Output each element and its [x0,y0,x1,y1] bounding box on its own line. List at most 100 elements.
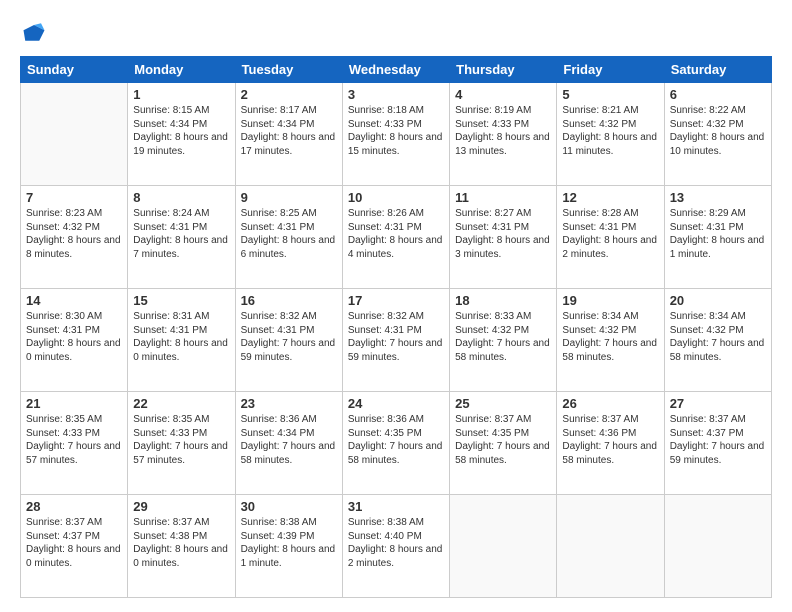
calendar-cell: 2 Sunrise: 8:17 AM Sunset: 4:34 PM Daylig… [235,83,342,186]
day-number: 18 [455,293,551,308]
cell-info: Sunrise: 8:38 AM Sunset: 4:39 PM Dayligh… [241,516,337,570]
day-header-sunday: Sunday [21,57,128,83]
calendar-cell: 8Sunrise: 8:24 AM Sunset: 4:31 PM Daylig… [128,186,235,289]
day-number: 13 [670,190,766,205]
calendar-cell: 4Sunrise: 8:19 AM Sunset: 4:33 PM Daylig… [450,83,557,186]
day-header-tuesday: Tuesday [235,57,342,83]
calendar-cell: 18 Sunrise: 8:33 AM Sunset: 4:32 PM Dayli… [450,289,557,392]
calendar-cell: 30 Sunrise: 8:38 AM Sunset: 4:39 PM Dayli… [235,495,342,598]
day-number: 8 [133,190,229,205]
cell-info: Sunrise: 8:25 AM Sunset: 4:31 PM Dayligh… [241,207,337,261]
calendar-cell: 31 Sunrise: 8:38 AM Sunset: 4:40 PM Dayli… [342,495,449,598]
cell-info: Sunrise: 8:34 AM Sunset: 4:32 PM Dayligh… [670,310,766,364]
cell-info: Sunrise: 8:36 AM Sunset: 4:35 PM Dayligh… [348,413,444,467]
calendar-cell: 12 Sunrise: 8:28 AM Sunset: 4:31 PM Dayli… [557,186,664,289]
cell-info: Sunrise: 8:28 AM Sunset: 4:31 PM Dayligh… [562,207,658,261]
calendar-cell [21,83,128,186]
cell-info: Sunrise: 8:38 AM Sunset: 4:40 PM Dayligh… [348,516,444,570]
calendar-cell [450,495,557,598]
logo [20,18,52,46]
cell-info: Sunrise: 8:32 AM Sunset: 4:31 PM Dayligh… [241,310,337,364]
cell-info: Sunrise: 8:32 AM Sunset: 4:31 PM Dayligh… [348,310,444,364]
day-number: 22 [133,396,229,411]
day-header-friday: Friday [557,57,664,83]
cell-info: Sunrise: 8:34 AM Sunset: 4:32 PM Dayligh… [562,310,658,364]
header [20,18,772,46]
day-number: 25 [455,396,551,411]
calendar-cell: 16 Sunrise: 8:32 AM Sunset: 4:31 PM Dayli… [235,289,342,392]
calendar-cell: 9 Sunrise: 8:25 AM Sunset: 4:31 PM Daylig… [235,186,342,289]
day-number: 10 [348,190,444,205]
cell-info: Sunrise: 8:30 AM Sunset: 4:31 PM Dayligh… [26,310,122,364]
day-number: 20 [670,293,766,308]
cell-info: Sunrise: 8:18 AM Sunset: 4:33 PM Dayligh… [348,104,444,158]
cell-info: Sunrise: 8:37 AM Sunset: 4:37 PM Dayligh… [26,516,122,570]
day-number: 15 [133,293,229,308]
day-number: 26 [562,396,658,411]
cell-info: Sunrise: 8:37 AM Sunset: 4:35 PM Dayligh… [455,413,551,467]
day-number: 4 [455,87,551,102]
calendar-cell: 27Sunrise: 8:37 AM Sunset: 4:37 PM Dayli… [664,392,771,495]
calendar-cell: 3 Sunrise: 8:18 AM Sunset: 4:33 PM Daylig… [342,83,449,186]
page: SundayMondayTuesdayWednesdayThursdayFrid… [0,0,792,612]
calendar-week-row: 21 Sunrise: 8:35 AM Sunset: 4:33 PM Dayli… [21,392,772,495]
cell-info: Sunrise: 8:21 AM Sunset: 4:32 PM Dayligh… [562,104,658,158]
day-number: 5 [562,87,658,102]
cell-info: Sunrise: 8:37 AM Sunset: 4:38 PM Dayligh… [133,516,229,570]
calendar-cell: 19 Sunrise: 8:34 AM Sunset: 4:32 PM Dayli… [557,289,664,392]
day-number: 16 [241,293,337,308]
calendar-cell: 17 Sunrise: 8:32 AM Sunset: 4:31 PM Dayli… [342,289,449,392]
calendar-cell: 23 Sunrise: 8:36 AM Sunset: 4:34 PM Dayli… [235,392,342,495]
calendar-table: SundayMondayTuesdayWednesdayThursdayFrid… [20,56,772,598]
calendar-cell: 22 Sunrise: 8:35 AM Sunset: 4:33 PM Dayli… [128,392,235,495]
calendar-cell: 11 Sunrise: 8:27 AM Sunset: 4:31 PM Dayli… [450,186,557,289]
calendar-week-row: 7 Sunrise: 8:23 AM Sunset: 4:32 PM Daylig… [21,186,772,289]
day-number: 28 [26,499,122,514]
calendar-cell: 6 Sunrise: 8:22 AM Sunset: 4:32 PM Daylig… [664,83,771,186]
cell-info: Sunrise: 8:36 AM Sunset: 4:34 PM Dayligh… [241,413,337,467]
day-number: 31 [348,499,444,514]
calendar-cell: 26Sunrise: 8:37 AM Sunset: 4:36 PM Dayli… [557,392,664,495]
day-number: 30 [241,499,337,514]
cell-info: Sunrise: 8:15 AM Sunset: 4:34 PM Dayligh… [133,104,229,158]
calendar-cell [664,495,771,598]
day-number: 14 [26,293,122,308]
day-header-saturday: Saturday [664,57,771,83]
day-number: 19 [562,293,658,308]
day-number: 17 [348,293,444,308]
day-number: 29 [133,499,229,514]
cell-info: Sunrise: 8:33 AM Sunset: 4:32 PM Dayligh… [455,310,551,364]
day-number: 21 [26,396,122,411]
day-header-wednesday: Wednesday [342,57,449,83]
day-number: 9 [241,190,337,205]
calendar-cell: 24 Sunrise: 8:36 AM Sunset: 4:35 PM Dayli… [342,392,449,495]
day-number: 11 [455,190,551,205]
calendar-header-row: SundayMondayTuesdayWednesdayThursdayFrid… [21,57,772,83]
cell-info: Sunrise: 8:22 AM Sunset: 4:32 PM Dayligh… [670,104,766,158]
calendar-cell: 10Sunrise: 8:26 AM Sunset: 4:31 PM Dayli… [342,186,449,289]
calendar-cell: 25 Sunrise: 8:37 AM Sunset: 4:35 PM Dayli… [450,392,557,495]
calendar-cell: 13Sunrise: 8:29 AM Sunset: 4:31 PM Dayli… [664,186,771,289]
calendar-cell: 15Sunrise: 8:31 AM Sunset: 4:31 PM Dayli… [128,289,235,392]
day-number: 3 [348,87,444,102]
calendar-cell: 21 Sunrise: 8:35 AM Sunset: 4:33 PM Dayli… [21,392,128,495]
day-number: 12 [562,190,658,205]
cell-info: Sunrise: 8:23 AM Sunset: 4:32 PM Dayligh… [26,207,122,261]
calendar-cell: 29 Sunrise: 8:37 AM Sunset: 4:38 PM Dayli… [128,495,235,598]
day-number: 24 [348,396,444,411]
day-header-thursday: Thursday [450,57,557,83]
calendar-cell: 28 Sunrise: 8:37 AM Sunset: 4:37 PM Dayli… [21,495,128,598]
day-number: 1 [133,87,229,102]
day-number: 27 [670,396,766,411]
day-number: 2 [241,87,337,102]
cell-info: Sunrise: 8:35 AM Sunset: 4:33 PM Dayligh… [133,413,229,467]
calendar-cell: 7 Sunrise: 8:23 AM Sunset: 4:32 PM Daylig… [21,186,128,289]
calendar-cell [557,495,664,598]
calendar-cell: 5 Sunrise: 8:21 AM Sunset: 4:32 PM Daylig… [557,83,664,186]
cell-info: Sunrise: 8:27 AM Sunset: 4:31 PM Dayligh… [455,207,551,261]
cell-info: Sunrise: 8:17 AM Sunset: 4:34 PM Dayligh… [241,104,337,158]
day-number: 6 [670,87,766,102]
cell-info: Sunrise: 8:35 AM Sunset: 4:33 PM Dayligh… [26,413,122,467]
day-number: 23 [241,396,337,411]
day-number: 7 [26,190,122,205]
